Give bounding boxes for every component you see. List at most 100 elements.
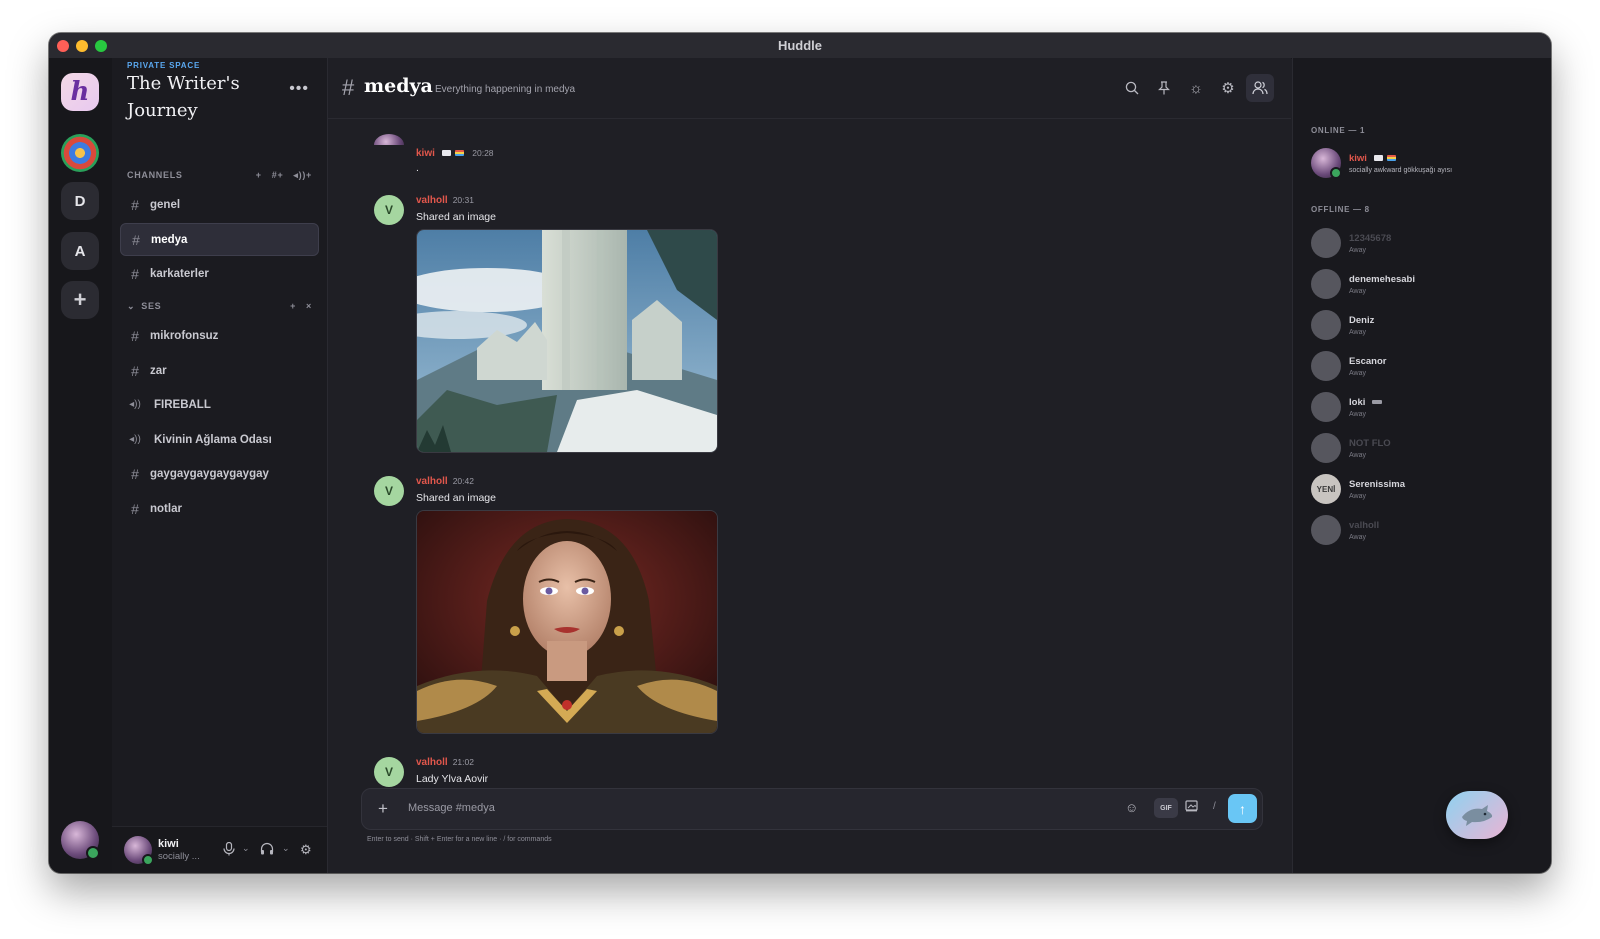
server-a[interactable]: A (61, 232, 99, 270)
delete-category-button[interactable]: × (306, 301, 312, 311)
shared-image-portrait[interactable] (416, 510, 718, 734)
add-text-channel-button[interactable]: #+ (272, 170, 284, 181)
message-author[interactable]: valholl 21:02 (416, 757, 474, 768)
member-status: Away (1349, 411, 1366, 418)
channel-item-kivinin-aglama-odasi[interactable]: ◂)) Kivinin Ağlama Odası (120, 424, 317, 455)
online-indicator (86, 846, 100, 860)
channel-label: zar (150, 364, 167, 377)
gif-button[interactable]: GIF (1154, 798, 1178, 818)
member-status: Away (1349, 329, 1366, 336)
user-avatar[interactable] (124, 836, 154, 866)
theme-sun-icon[interactable]: ☼ (1184, 76, 1208, 100)
user-panel: kiwi socially ... ⌄ ⌄ ⚙ (112, 826, 327, 873)
channel-label: karkaterler (150, 267, 209, 280)
member-item[interactable]: 12345678 Away (1311, 228, 1501, 260)
space-title: The Writer's Journey (127, 73, 240, 121)
audio-options-chevron-icon[interactable]: ⌄ (282, 843, 290, 854)
member-item[interactable]: YENİ Serenissima Away (1311, 474, 1501, 506)
message-avatar[interactable]: V (374, 757, 404, 787)
flag-badge-icon (441, 150, 451, 157)
rainbow-badge-icon (455, 150, 465, 157)
mic-options-chevron-icon[interactable]: ⌄ (242, 843, 250, 854)
message-avatar[interactable]: V (374, 195, 404, 225)
composer-hint: Enter to send · Shift + Enter for a new … (367, 836, 552, 843)
members-icon[interactable] (1246, 74, 1274, 102)
online-section-header: ONLINE — 1 (1311, 126, 1366, 135)
message-avatar[interactable]: V (374, 476, 404, 506)
pin-icon[interactable] (1152, 76, 1176, 100)
channel-item-mikrofonsuz[interactable]: # mikrofonsuz (120, 320, 317, 351)
zoom-window-button[interactable] (95, 40, 107, 52)
member-item[interactable]: Deniz Away (1311, 310, 1501, 342)
attach-plus-button[interactable]: + (372, 798, 394, 820)
search-icon[interactable] (1120, 76, 1144, 100)
app-window: Huddle h D A + PRIVATE SPACE The Writer'… (49, 33, 1551, 873)
member-item[interactable]: Escanor Away (1311, 351, 1501, 383)
hash-icon: # (131, 265, 139, 282)
hash-icon: # (131, 327, 139, 344)
message-avatar[interactable] (374, 134, 404, 145)
message-timestamp: 21:02 (452, 757, 474, 767)
message-composer: + Message #medya ☺ GIF / ↑ (361, 788, 1263, 830)
member-item[interactable]: denemehesabi Away (1311, 269, 1501, 301)
member-name: Escanor (1349, 356, 1387, 367)
floating-mascot-button[interactable] (1446, 791, 1508, 839)
channel-item-gaygay[interactable]: # gaygaygaygaygaygay (120, 458, 317, 489)
channel-item-karkaterler[interactable]: # karkaterler (120, 258, 317, 289)
send-button[interactable]: ↑ (1228, 794, 1257, 823)
message-input[interactable]: Message #medya (408, 802, 495, 814)
online-indicator (1330, 167, 1342, 179)
voice-section-header[interactable]: ⌄ SES + × (127, 299, 312, 313)
headphones-icon[interactable] (260, 842, 274, 858)
channel-sidebar: PRIVATE SPACE The Writer's Journey ••• C… (112, 58, 328, 873)
member-avatar (1311, 515, 1341, 545)
more-options-icon[interactable]: ••• (289, 80, 309, 98)
member-item-kiwi[interactable]: kiwi socially awkward gökkuşağı ayısı (1311, 148, 1501, 180)
message-timestamp: 20:28 (472, 148, 494, 158)
channel-item-genel[interactable]: # genel (120, 189, 317, 220)
member-avatar: YENİ (1311, 474, 1341, 504)
microphone-icon[interactable] (223, 841, 235, 859)
message-timestamp: 20:42 (452, 476, 474, 486)
message-text: Lady Ylva Aovir (416, 773, 489, 785)
image-upload-icon[interactable] (1185, 800, 1198, 815)
message-author[interactable]: kiwi 20:28 (416, 148, 494, 159)
channel-item-zar[interactable]: # zar (120, 355, 317, 386)
channel-label: Kivinin Ağlama Odası (154, 433, 272, 446)
member-item[interactable]: NOT FLO Away (1311, 433, 1501, 465)
channel-item-medya[interactable]: # medya (120, 223, 319, 256)
channel-item-notlar[interactable]: # notlar (120, 493, 317, 524)
message-author[interactable]: valholl 20:42 (416, 476, 474, 487)
add-voice-button[interactable]: + (290, 301, 296, 311)
slash-commands-button[interactable]: / (1213, 801, 1216, 812)
add-channel-button[interactable]: + (256, 170, 262, 181)
user-settings-gear-icon[interactable]: ⚙ (300, 842, 312, 858)
server-emblem[interactable] (61, 134, 99, 172)
member-name: NOT FLO (1349, 438, 1391, 449)
member-status: Away (1349, 534, 1366, 541)
message-text: Shared an image (416, 492, 496, 504)
member-status: socially awkward gökkuşağı ayısı (1349, 167, 1453, 174)
huddle-logo[interactable]: h (61, 73, 99, 111)
channel-hash-icon: # (342, 75, 355, 100)
member-item[interactable]: valholl Away (1311, 515, 1501, 547)
channel-item-fireball[interactable]: ◂)) FIREBALL (120, 389, 317, 420)
add-voice-channel-button[interactable]: ◂))+ (293, 170, 312, 181)
emoji-icon[interactable]: ☺ (1125, 800, 1138, 815)
member-item[interactable]: loki Away (1311, 392, 1501, 424)
channel-label: notlar (150, 502, 182, 515)
minimize-window-button[interactable] (76, 40, 88, 52)
member-avatar (1311, 269, 1341, 299)
shared-image-landscape[interactable] (416, 229, 718, 453)
gear-icon[interactable]: ⚙ (1216, 76, 1240, 100)
member-name: 12345678 (1349, 233, 1392, 244)
chevron-down-icon: ⌄ (127, 300, 136, 311)
member-name: Serenissima (1349, 479, 1405, 490)
account-avatar[interactable] (61, 821, 100, 860)
hash-icon: # (131, 196, 139, 213)
close-window-button[interactable] (57, 40, 69, 52)
message-author[interactable]: valholl 20:31 (416, 195, 474, 206)
member-name: kiwi (1349, 153, 1397, 164)
add-server-button[interactable]: + (61, 281, 99, 319)
server-d[interactable]: D (61, 182, 99, 220)
